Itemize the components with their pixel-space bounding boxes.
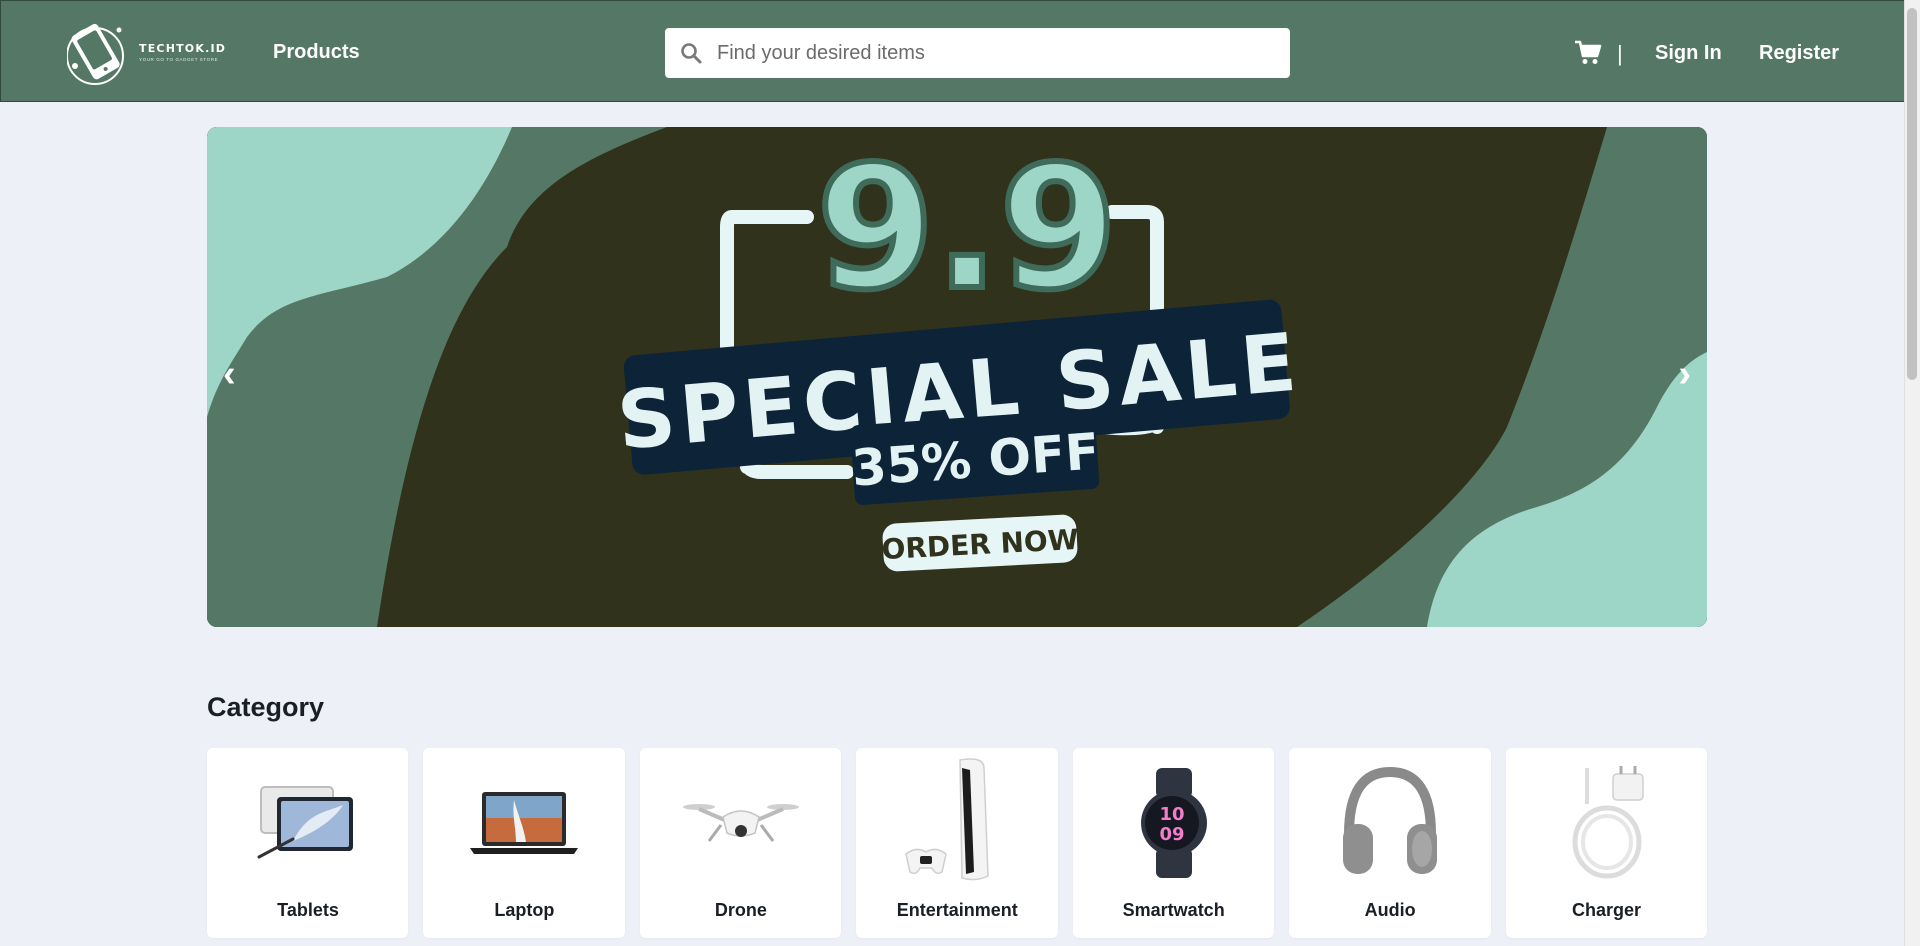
logo[interactable]: TECHTOK.ID YOUR GO TO GADGET STORE [67,15,237,89]
svg-text:10: 10 [1159,804,1184,825]
banner-headline: 9.9 [816,130,1117,328]
search-bar [665,28,1290,78]
logo-name: TECHTOK.ID [139,42,227,55]
category-label: Charger [1572,900,1642,920]
search-input[interactable] [717,41,1257,65]
category-heading: Category [207,692,325,722]
search-icon [681,43,702,64]
logo-icon [67,23,124,85]
category-card-audio[interactable]: Audio [1289,748,1491,938]
top-navbar: TECHTOK.ID YOUR GO TO GADGET STORE Produ… [0,0,1920,102]
page-scrollbar[interactable] [1904,0,1920,946]
register-link[interactable]: Register [1759,42,1839,65]
category-label: Audio [1364,900,1416,920]
promo-banner-carousel[interactable]: 9.9 SPECIAL SALE 35% OFF ORDER NOW ‹ › [207,127,1707,627]
category-card-tablets[interactable]: Tablets [207,748,409,938]
nav-products-link[interactable]: Products [273,41,360,64]
category-label: Drone [714,900,767,920]
banner-background: 9.9 SPECIAL SALE 35% OFF ORDER NOW [207,127,1707,627]
cart-icon[interactable] [1574,40,1602,66]
smartwatch-image: 10 09 [1140,768,1207,878]
category-label: Laptop [494,900,555,920]
drone-image [682,804,799,842]
category-card-smartwatch[interactable]: 10 09 Smartwatch [1072,748,1275,938]
logo-tagline: YOUR GO TO GADGET STORE [139,57,219,62]
category-label: Smartwatch [1122,900,1225,920]
sign-in-link[interactable]: Sign In [1655,42,1722,65]
category-card-laptop[interactable]: Laptop [423,748,625,938]
svg-text:09: 09 [1159,824,1184,845]
header-divider: | [1617,41,1623,66]
headphones-image [1343,766,1438,874]
category-card-drone[interactable]: Drone [639,748,842,938]
charger-image [1572,766,1644,879]
carousel-next-button[interactable]: › [1678,355,1691,393]
category-card-entertainment[interactable]: Entertainment [856,748,1058,938]
scrollbar-thumb[interactable] [1907,8,1917,380]
carousel-prev-button[interactable]: ‹ [223,355,236,393]
category-card-charger[interactable]: Charger [1505,748,1707,938]
category-label: Entertainment [896,900,1018,920]
laptop-image [470,792,579,854]
console-image [905,758,990,881]
category-list: Tablets Laptop Drone Entertainment 10 09… [207,748,1707,938]
tablet-image [257,786,353,859]
category-label: Tablets [277,900,339,920]
